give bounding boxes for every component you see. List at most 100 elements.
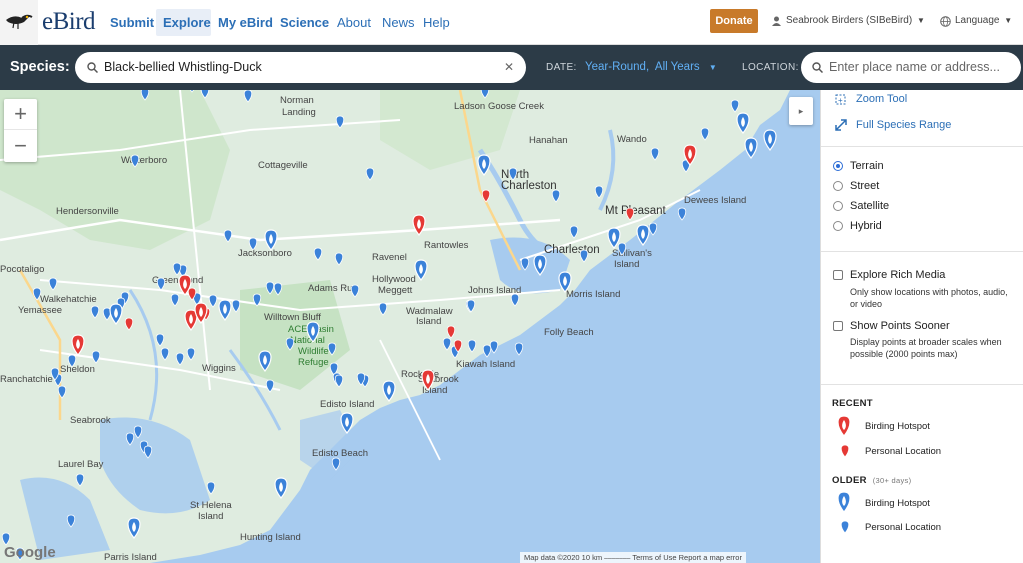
older-personal-pin[interactable] (156, 277, 166, 291)
older-hotspot-pin[interactable] (736, 112, 750, 134)
recent-personal-pin[interactable] (625, 207, 635, 221)
recent-personal-pin[interactable] (481, 189, 491, 203)
older-personal-pin[interactable] (350, 284, 360, 298)
legend-older-personal-pin[interactable] (840, 520, 850, 534)
older-personal-pin[interactable] (480, 90, 490, 99)
older-personal-pin[interactable] (252, 293, 262, 307)
older-personal-pin[interactable] (594, 185, 604, 199)
radio-street[interactable] (833, 181, 843, 191)
older-hotspot-pin[interactable] (306, 321, 320, 343)
donate-button[interactable]: Donate (710, 9, 758, 33)
older-personal-pin[interactable] (48, 277, 58, 291)
older-personal-pin[interactable] (133, 425, 143, 439)
species-input[interactable]: Black-bellied Whistling-Duck ✕ (75, 52, 526, 83)
older-personal-pin[interactable] (334, 252, 344, 266)
older-personal-pin[interactable] (569, 225, 579, 239)
older-personal-pin[interactable] (677, 207, 687, 221)
older-personal-pin[interactable] (155, 333, 165, 347)
legend-recent-hotspot-pin[interactable] (837, 415, 851, 437)
older-personal-pin[interactable] (243, 90, 253, 103)
older-personal-pin[interactable] (467, 339, 477, 353)
older-personal-pin[interactable] (273, 282, 283, 296)
location-input[interactable]: Enter place name or address... (801, 52, 1021, 83)
older-personal-pin[interactable] (125, 432, 135, 446)
legend-older-hotspot-pin[interactable] (837, 491, 851, 513)
older-hotspot-pin[interactable] (382, 380, 396, 402)
rich-media-checkbox[interactable] (833, 270, 843, 280)
older-hotspot-pin[interactable] (340, 412, 354, 434)
older-hotspot-pin[interactable] (109, 303, 123, 325)
older-personal-pin[interactable] (285, 337, 295, 351)
older-hotspot-pin[interactable] (274, 477, 288, 499)
older-hotspot-pin[interactable] (127, 517, 141, 539)
older-personal-pin[interactable] (700, 127, 710, 141)
zoom-out-button[interactable]: − (4, 131, 37, 162)
older-personal-pin[interactable] (334, 374, 344, 388)
older-personal-pin[interactable] (331, 457, 341, 471)
older-personal-pin[interactable] (170, 293, 180, 307)
older-personal-pin[interactable] (140, 90, 150, 101)
map-canvas[interactable]: Ladson Goose Creek Hanahan Wando Norman … (0, 90, 820, 563)
older-personal-pin[interactable] (365, 167, 375, 181)
language-menu[interactable]: Language ▼ (955, 15, 1012, 26)
older-personal-pin[interactable] (231, 299, 241, 313)
recent-hotspot-pin[interactable] (71, 334, 85, 356)
bird-logo-icon[interactable] (0, 0, 38, 45)
older-personal-pin[interactable] (90, 305, 100, 319)
older-personal-pin[interactable] (508, 167, 518, 181)
older-hotspot-pin[interactable] (558, 271, 572, 293)
older-personal-pin[interactable] (730, 99, 740, 113)
older-personal-pin[interactable] (648, 222, 658, 236)
older-personal-pin[interactable] (67, 354, 77, 368)
older-personal-pin[interactable] (482, 344, 492, 358)
older-personal-pin[interactable] (248, 237, 258, 251)
recent-personal-pin[interactable] (124, 317, 134, 331)
older-personal-pin[interactable] (172, 262, 182, 276)
older-personal-pin[interactable] (32, 287, 42, 301)
nav-news[interactable]: News (382, 15, 415, 30)
zoom-in-button[interactable]: + (4, 99, 37, 130)
older-hotspot-pin[interactable] (258, 350, 272, 372)
nav-science[interactable]: Science (280, 15, 329, 30)
older-personal-pin[interactable] (160, 347, 170, 361)
older-personal-pin[interactable] (335, 115, 345, 129)
nav-my-ebird[interactable]: My eBird (218, 15, 273, 30)
older-personal-pin[interactable] (327, 342, 337, 356)
radio-terrain[interactable] (833, 161, 843, 171)
full-range-link[interactable]: Full Species Range (856, 119, 951, 131)
user-menu[interactable]: Seabrook Birders (SIBeBird) ▼ (786, 15, 925, 26)
older-personal-pin[interactable] (91, 350, 101, 364)
date-selector[interactable]: Year-Round, All Years ▼ (585, 61, 717, 73)
older-personal-pin[interactable] (551, 189, 561, 203)
older-personal-pin[interactable] (313, 247, 323, 261)
older-personal-pin[interactable] (57, 385, 67, 399)
older-hotspot-pin[interactable] (264, 229, 278, 251)
legend-recent-personal-pin[interactable] (840, 444, 850, 458)
older-hotspot-pin[interactable] (477, 154, 491, 176)
older-personal-pin[interactable] (186, 347, 196, 361)
older-personal-pin[interactable] (143, 445, 153, 459)
nav-help[interactable]: Help (423, 15, 450, 30)
older-personal-pin[interactable] (520, 257, 530, 271)
radio-hybrid[interactable] (833, 221, 843, 231)
older-personal-pin[interactable] (223, 229, 233, 243)
older-personal-pin[interactable] (200, 90, 210, 99)
zoom-tool-link[interactable]: Zoom Tool (856, 93, 907, 105)
clear-icon[interactable]: ✕ (504, 60, 514, 74)
older-personal-pin[interactable] (442, 337, 452, 351)
older-personal-pin[interactable] (514, 342, 524, 356)
older-personal-pin[interactable] (206, 481, 216, 495)
older-personal-pin[interactable] (489, 340, 499, 354)
recent-personal-pin[interactable] (446, 325, 456, 339)
ebird-logo[interactable]: eBird (42, 8, 96, 36)
nav-submit[interactable]: Submit (110, 15, 154, 30)
nav-explore[interactable]: Explore (163, 15, 211, 30)
older-hotspot-pin[interactable] (218, 299, 232, 321)
map-attribution[interactable]: Map data ©2020 10 km ⎯⎯⎯⎯⎯⎯⎯ Terms of Us… (520, 552, 746, 563)
older-personal-pin[interactable] (175, 352, 185, 366)
older-personal-pin[interactable] (617, 242, 627, 256)
recent-hotspot-pin[interactable] (421, 369, 435, 391)
older-personal-pin[interactable] (66, 514, 76, 528)
older-hotspot-pin[interactable] (636, 224, 650, 246)
older-personal-pin[interactable] (579, 249, 589, 263)
